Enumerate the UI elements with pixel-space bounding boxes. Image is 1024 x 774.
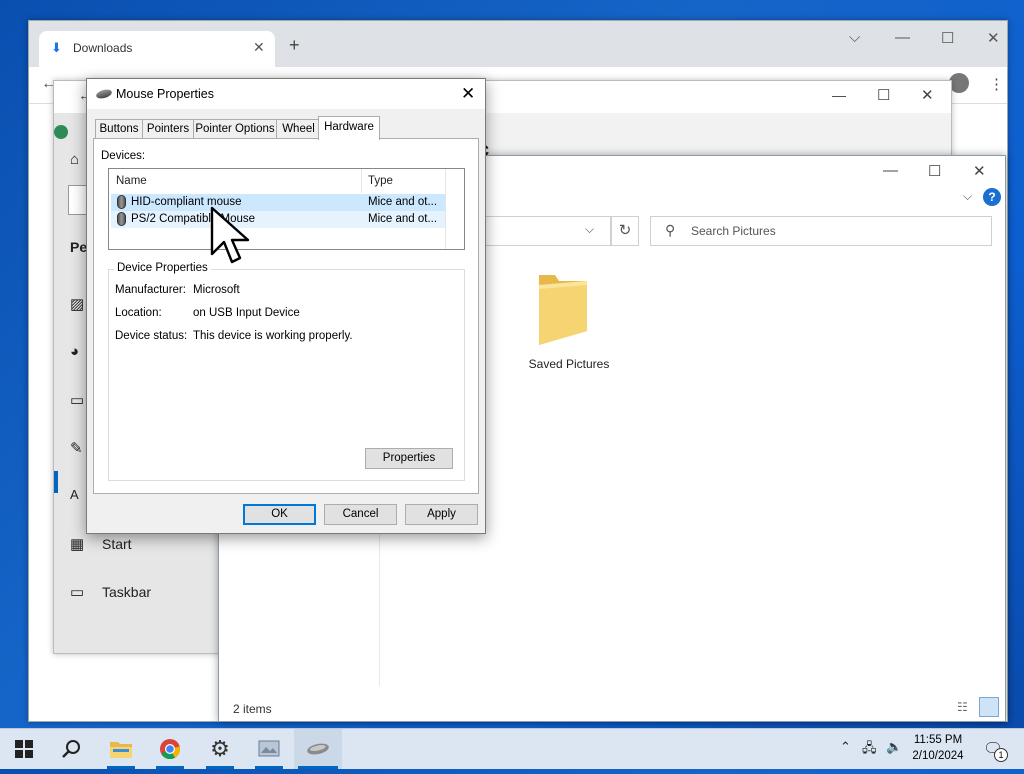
file-explorer-taskbar-button[interactable]	[97, 729, 145, 769]
chrome-tabstrip: ⬇ Downloads ✕ + ⌵ — ☐ ✕	[29, 21, 1007, 67]
settings-logo-icon	[54, 125, 68, 139]
new-tab-button[interactable]: +	[289, 35, 300, 56]
themes-icon[interactable]: ✎	[70, 439, 83, 457]
settings-taskbar-button[interactable]: ⚙	[196, 729, 244, 769]
address-dropdown-icon[interactable]: ⌵	[585, 222, 594, 237]
location-label: Location:	[115, 307, 162, 319]
minimize-icon[interactable]: —	[895, 29, 910, 46]
close-icon[interactable]: ✕	[461, 84, 475, 104]
column-header-name[interactable]: Name	[116, 169, 147, 193]
device-status-label: Device status:	[115, 330, 188, 342]
network-icon[interactable]: 🖧	[862, 739, 877, 761]
maximize-icon[interactable]: ☐	[928, 162, 941, 180]
chrome-icon	[160, 739, 181, 760]
devices-list[interactable]: Name Type HID-compliant mouse Mice and o…	[108, 168, 465, 250]
tab-wheel[interactable]: Wheel	[276, 119, 321, 139]
device-type: Mice and ot...	[368, 213, 438, 225]
maximize-icon[interactable]: ☐	[877, 86, 890, 104]
fonts-icon[interactable]: A	[70, 487, 79, 502]
start-icon[interactable]: ▦	[70, 535, 84, 553]
download-icon: ⬇	[51, 40, 62, 55]
chevron-down-icon[interactable]: ⌵	[849, 29, 860, 46]
close-icon[interactable]: ✕	[973, 162, 986, 180]
search-input[interactable]: ⚲ Search Pictures	[650, 216, 992, 246]
taskbar: ⚙ ⌃ 🖧 🔈 11:55 PM 2/10/2024 🗨 1	[0, 728, 1024, 769]
tab-buttons[interactable]: Buttons	[95, 119, 143, 139]
mouse-device-icon	[117, 212, 126, 226]
dialog-title: Mouse Properties	[116, 87, 214, 101]
profile-avatar-icon[interactable]	[949, 73, 969, 93]
device-properties-legend: Device Properties	[114, 262, 211, 274]
status-item-count: 2 items	[233, 702, 272, 716]
lock-screen-icon[interactable]: ▭	[70, 391, 84, 409]
manufacturer-value: Microsoft	[193, 284, 240, 296]
devices-label: Devices:	[101, 150, 146, 162]
taskbar-icon[interactable]: ▭	[70, 583, 84, 601]
column-separator	[361, 169, 362, 193]
location-value: on USB Input Device	[193, 307, 300, 319]
clock[interactable]: 11:55 PM 2/10/2024	[898, 732, 978, 764]
control-panel-icon	[258, 740, 280, 757]
image-icon[interactable]: ▨	[70, 295, 84, 313]
search-icon	[62, 740, 80, 758]
control-panel-taskbar-button[interactable]	[245, 729, 293, 769]
mouse-properties-dialog: Mouse Properties ✕ Buttons Pointers Poin…	[86, 78, 486, 534]
start-button[interactable]	[0, 729, 48, 769]
list-item-ps2-mouse[interactable]: PS/2 Compatible Mouse Mice and ot...	[111, 211, 445, 228]
tab-pointers[interactable]: Pointers	[142, 119, 194, 139]
expand-ribbon-icon[interactable]: ⌵	[963, 189, 972, 204]
mouse-icon	[307, 743, 329, 755]
minimize-icon[interactable]: —	[832, 87, 846, 103]
maximize-icon[interactable]: ☐	[941, 29, 954, 47]
tab-pointer-options[interactable]: Pointer Options	[193, 119, 277, 139]
ok-button[interactable]: OK	[243, 504, 316, 525]
folder-icon[interactable]	[537, 271, 589, 347]
palette-icon[interactable]: ◕	[70, 343, 79, 360]
manufacturer-label: Manufacturer:	[115, 284, 186, 296]
refresh-button[interactable]: ↻	[611, 216, 639, 246]
large-icons-view-button[interactable]	[979, 697, 999, 717]
column-separator	[445, 169, 446, 249]
windows-logo-icon	[15, 740, 33, 758]
mouse-pointer-icon	[210, 206, 250, 264]
device-status-value: This device is working properly.	[193, 330, 353, 342]
chrome-menu-icon[interactable]: ⋮	[989, 75, 1004, 93]
tab-hardware[interactable]: Hardware	[318, 116, 380, 140]
apply-button[interactable]: Apply	[405, 504, 478, 525]
close-icon[interactable]: ✕	[921, 86, 934, 104]
device-properties-button[interactable]: Properties	[365, 448, 453, 469]
dialog-titlebar: Mouse Properties ✕	[87, 79, 485, 109]
taskbar-search-button[interactable]	[48, 729, 96, 769]
notification-badge: 1	[994, 748, 1008, 762]
mouse-device-icon	[117, 195, 126, 209]
minimize-icon[interactable]: —	[883, 162, 898, 179]
details-view-icon[interactable]: ☷	[957, 700, 975, 714]
sidebar-item-taskbar[interactable]: Taskbar	[102, 584, 151, 600]
selected-indicator	[54, 471, 58, 493]
sidebar-item-start[interactable]: Start	[102, 536, 132, 552]
chevron-up-icon[interactable]: ⌃	[840, 739, 851, 755]
chrome-taskbar-button[interactable]	[146, 729, 194, 769]
device-type: Mice and ot...	[368, 196, 438, 208]
folder-icon	[110, 742, 132, 758]
folder-label[interactable]: Saved Pictures	[509, 357, 629, 371]
list-item-hid-mouse[interactable]: HID-compliant mouse Mice and ot...	[111, 194, 445, 211]
search-icon: ⚲	[665, 222, 676, 238]
mouse-properties-taskbar-button[interactable]	[294, 729, 342, 769]
close-tab-icon[interactable]: ✕	[253, 39, 265, 56]
clock-time: 11:55 PM	[913, 734, 963, 746]
tab-downloads[interactable]: ⬇ Downloads ✕	[39, 31, 275, 67]
cancel-button[interactable]: Cancel	[324, 504, 397, 525]
search-placeholder: Search Pictures	[691, 224, 776, 238]
mouse-icon	[95, 88, 113, 100]
clock-date: 2/10/2024	[912, 750, 964, 762]
help-icon[interactable]: ?	[983, 188, 1001, 206]
section-heading: Pe	[70, 239, 88, 255]
gear-icon: ⚙	[210, 736, 230, 761]
home-icon[interactable]: ⌂	[70, 151, 79, 168]
tab-title: Downloads	[73, 41, 133, 55]
column-header-type[interactable]: Type	[368, 169, 393, 193]
close-icon[interactable]: ✕	[987, 29, 1000, 47]
refresh-icon: ↻	[618, 222, 632, 239]
